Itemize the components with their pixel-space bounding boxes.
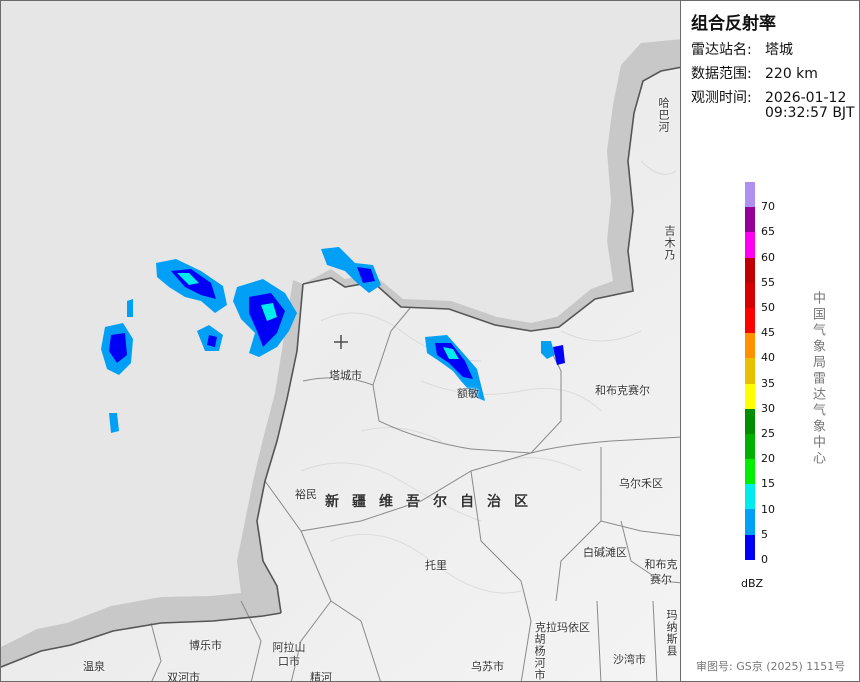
legend-label: 45 bbox=[761, 326, 775, 340]
time-row: 观测时间: 2026-01-12 bbox=[691, 87, 846, 107]
place-emin: 额敏 bbox=[457, 387, 479, 400]
place-hobukesaier: 和布克赛尔 bbox=[595, 384, 650, 397]
legend-swatch bbox=[745, 383, 755, 409]
legend-swatch bbox=[745, 534, 755, 560]
place-huyanghe: 胡杨河市 bbox=[533, 633, 546, 681]
place-manasi: 玛纳斯县 bbox=[665, 609, 678, 657]
legend-swatch bbox=[745, 484, 755, 510]
place-bole: 博乐市 bbox=[189, 639, 222, 652]
legend-label: 70 bbox=[761, 200, 775, 214]
legend-swatch bbox=[745, 207, 755, 233]
range-label: 数据范围: bbox=[691, 66, 752, 82]
legend-unit: dBZ bbox=[741, 577, 764, 590]
place-tuoli: 托里 bbox=[425, 559, 447, 572]
legend-swatch bbox=[745, 358, 755, 384]
region-label-xinjiang: 新疆维吾尔自治区 bbox=[325, 494, 541, 510]
place-yumin: 裕民 bbox=[295, 488, 317, 501]
place-jinghe: 精河 bbox=[310, 671, 332, 682]
legend-label: 20 bbox=[761, 452, 775, 466]
legend-swatch bbox=[745, 509, 755, 535]
legend-swatch bbox=[745, 257, 755, 283]
legend-swatch bbox=[745, 333, 755, 359]
legend-swatch bbox=[745, 307, 755, 334]
station-row: 雷达站名: 塔城 bbox=[691, 39, 793, 59]
credit-text: 中国气象局雷达气象中心 bbox=[810, 291, 825, 467]
legend-label: 5 bbox=[761, 527, 768, 541]
legend-swatch bbox=[745, 282, 755, 308]
legend-swatch bbox=[745, 232, 755, 258]
place-habahe: 哈巴河 bbox=[657, 97, 670, 133]
time-label: 观测时间: bbox=[691, 90, 752, 106]
place-wenquan: 温泉 bbox=[83, 660, 105, 673]
station-value: 塔城 bbox=[765, 42, 793, 58]
legend-label: 25 bbox=[761, 427, 775, 440]
time-clock: 09:32:57 BJT bbox=[765, 105, 855, 121]
legend-label: 60 bbox=[761, 250, 775, 264]
time-date: 2026-01-12 bbox=[765, 90, 847, 106]
place-alashankou: 阿拉山口市 bbox=[272, 641, 306, 668]
legend-label: 10 bbox=[761, 502, 775, 516]
info-panel: 组合反射率 雷达站名: 塔城 数据范围: 220 km 观测时间: 2026-01-1… bbox=[681, 0, 860, 682]
legend-swatch bbox=[745, 433, 755, 460]
legend-swatch bbox=[745, 182, 755, 208]
map-canvas bbox=[1, 39, 680, 681]
legend-label: 55 bbox=[761, 275, 775, 289]
legend-label: 65 bbox=[761, 225, 775, 239]
legend-label: 40 bbox=[761, 351, 775, 365]
place-shuanghe: 双河市 bbox=[167, 671, 200, 682]
product-title: 组合反射率 bbox=[691, 14, 776, 34]
legend-label: 15 bbox=[761, 477, 775, 491]
color-legend bbox=[745, 182, 755, 560]
place-tacheng: 塔城市 bbox=[329, 369, 362, 382]
radar-map[interactable]: 塔城市 额敏 和布克赛尔 裕民 乌尔禾区 白碱滩区 和布克赛尔 托里 克拉玛依区… bbox=[0, 0, 681, 682]
place-shawan: 沙湾市 bbox=[613, 653, 646, 666]
legend-swatch bbox=[745, 408, 755, 434]
range-value: 220 km bbox=[765, 66, 818, 82]
place-jimunai: 吉木乃 bbox=[663, 225, 676, 261]
place-hobukesaier-2: 和布克赛尔 bbox=[644, 558, 678, 586]
place-wuerhe: 乌尔禾区 bbox=[619, 477, 663, 490]
legend-swatch bbox=[745, 459, 755, 485]
legend-label: 50 bbox=[761, 301, 775, 314]
range-row: 数据范围: 220 km bbox=[691, 63, 818, 83]
legend-label: 0 bbox=[761, 553, 768, 566]
legend-label: 35 bbox=[761, 376, 775, 390]
place-baijiantan: 白碱滩区 bbox=[583, 546, 627, 559]
station-label: 雷达站名: bbox=[691, 42, 752, 58]
place-wusu: 乌苏市 bbox=[471, 660, 504, 673]
review-number: 审图号: GS京 (2025) 1151号 bbox=[696, 660, 846, 673]
legend-label: 30 bbox=[761, 401, 775, 415]
